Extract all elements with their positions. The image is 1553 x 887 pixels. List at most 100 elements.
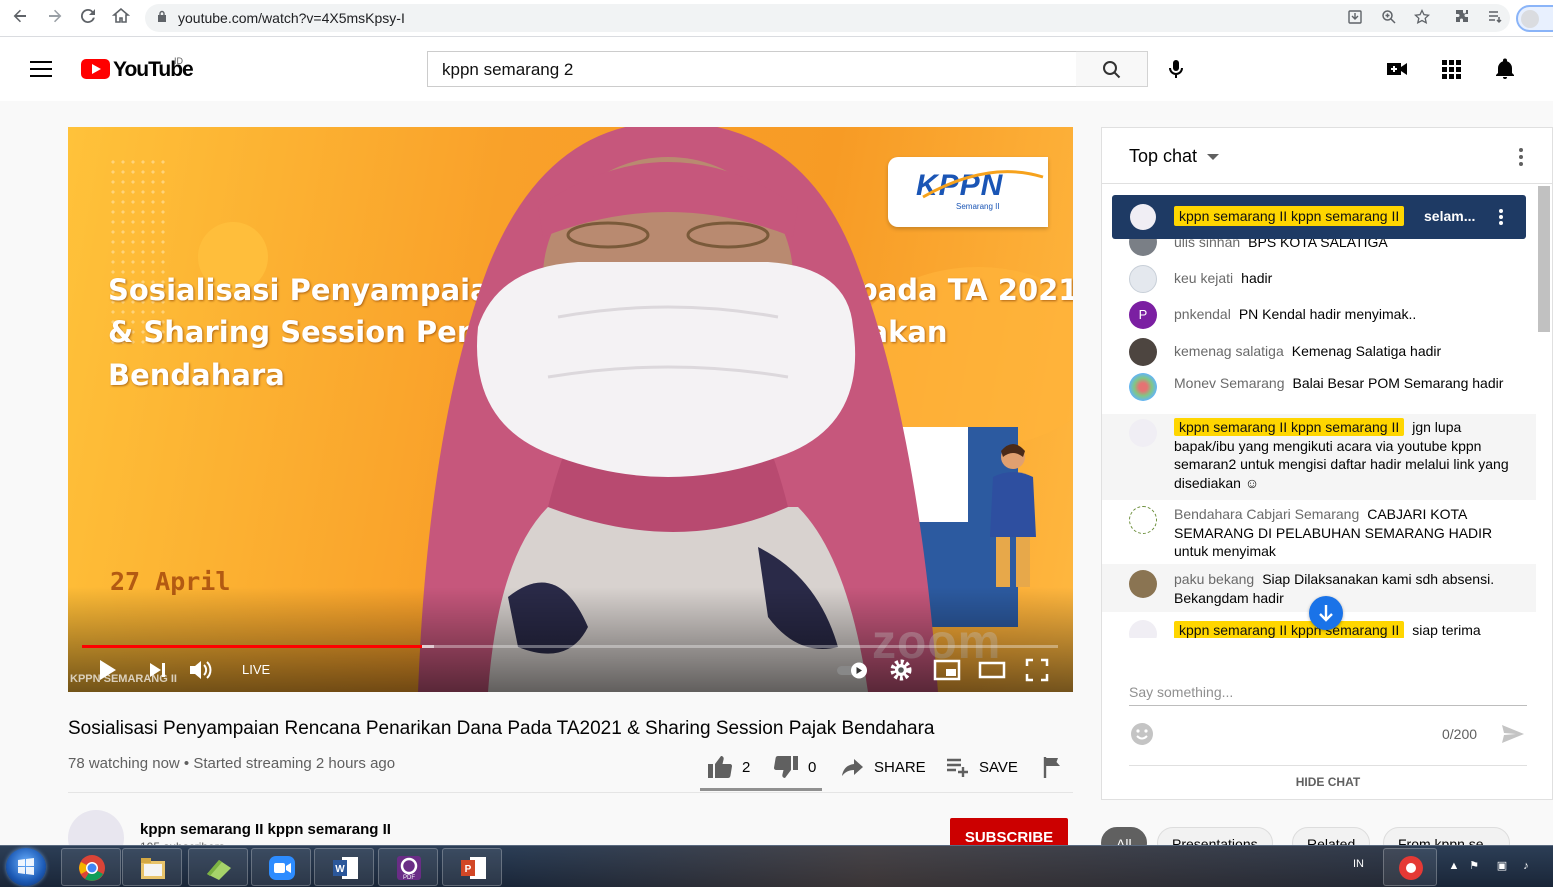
message-text: Balai Besar POM Semarang hadir	[1292, 375, 1504, 391]
live-indicator[interactable]: LIVE	[242, 662, 270, 677]
chat-message[interactable]: Monev Semarang Balai Besar POM Semarang h…	[1102, 369, 1536, 413]
volume-button[interactable]	[187, 657, 213, 683]
start-button[interactable]	[6, 848, 46, 886]
pinned-text: selam...	[1424, 208, 1476, 224]
voice-search-mic-icon[interactable]	[1164, 57, 1188, 81]
notifications-bell-icon[interactable]	[1493, 57, 1517, 81]
report-button[interactable]	[1042, 754, 1072, 780]
zoom-icon[interactable]	[1380, 9, 1398, 27]
cartoon-person-illustration	[990, 444, 1036, 587]
search-icon	[1103, 61, 1121, 79]
search-button[interactable]	[1076, 51, 1148, 87]
chat-input-underline	[1129, 705, 1527, 706]
taskbar-app[interactable]	[188, 848, 248, 886]
chevron-down-icon	[1207, 153, 1220, 160]
install-app-icon[interactable]	[1346, 9, 1364, 27]
theater-mode-icon	[978, 661, 1006, 679]
message-body: Bendahara Cabjari Semarang CABJARI KOTA S…	[1174, 505, 1519, 561]
chat-message[interactable]: Bendahara Cabjari Semarang CABJARI KOTA S…	[1102, 501, 1536, 563]
theater-mode-button[interactable]	[978, 657, 1006, 683]
message-author: kppn semarang II kppn semarang II	[1174, 418, 1405, 436]
search-input[interactable]: kppn semarang 2	[427, 51, 1077, 87]
chat-message[interactable]: kppn semarang II kppn semarang II jgn lup…	[1102, 414, 1536, 500]
more-vert-icon[interactable]	[1514, 146, 1528, 168]
volume-tray-icon[interactable]: ♪	[1519, 859, 1533, 873]
more-vert-icon[interactable]	[1498, 208, 1504, 226]
message-author: Bendahara Cabjari Semarang	[1174, 506, 1360, 522]
home-icon[interactable]	[109, 7, 133, 29]
gear-icon	[890, 659, 912, 681]
profile-button[interactable]	[1516, 5, 1553, 32]
author-avatar: P	[1129, 301, 1157, 329]
create-video-icon[interactable]	[1385, 57, 1409, 81]
language-indicator[interactable]: IN	[1353, 858, 1364, 870]
dislike-button[interactable]: 0	[772, 754, 816, 780]
pinned-message[interactable]: kppn semarang II kppn semarang II selam.…	[1112, 195, 1526, 239]
svg-text:P: P	[465, 864, 472, 875]
taskbar-file-explorer[interactable]	[122, 848, 182, 886]
chat-message-list[interactable]: ulis sinhan BPS KOTA SALATIGA keu kejati h…	[1102, 228, 1536, 638]
address-bar[interactable]: youtube.com/watch?v=4X5msKpsy-I	[145, 4, 1510, 32]
taskbar-tray-app[interactable]	[1383, 848, 1437, 886]
share-button[interactable]: SHARE	[840, 754, 926, 780]
taskbar-word[interactable]: W	[314, 848, 374, 886]
message-body: keu kejati hadir	[1174, 269, 1519, 288]
progress-played	[82, 645, 422, 648]
message-body: pnkendal PN Kendal hadir menyimak..	[1174, 305, 1519, 324]
video-meta: 78 watching now • Started streaming 2 ho…	[68, 755, 396, 772]
reload-icon[interactable]	[76, 7, 100, 29]
live-chat-panel: Top chat kppn semarang II kppn semarang …	[1101, 127, 1553, 800]
chat-mode-dropdown[interactable]: Top chat	[1129, 146, 1220, 167]
progress-bar[interactable]	[82, 645, 1058, 648]
reading-list-icon[interactable]	[1485, 8, 1505, 28]
like-button[interactable]: 2	[706, 754, 750, 780]
hide-chat-button[interactable]: HIDE CHAT	[1102, 775, 1553, 789]
pdf-app-icon: PDF	[397, 856, 421, 881]
folder-icon	[141, 858, 165, 879]
apps-grid-icon[interactable]	[1439, 57, 1463, 81]
taskbar-powerpoint[interactable]: P	[442, 848, 502, 886]
channel-name[interactable]: kppn semarang II kppn semarang II	[140, 821, 391, 838]
taskbar-wallpaper	[510, 846, 1410, 887]
taskbar-chrome[interactable]	[61, 848, 121, 886]
chat-mode-label: Top chat	[1129, 146, 1198, 166]
chat-input[interactable]: Say something...	[1129, 684, 1233, 700]
autoplay-toggle-icon	[837, 662, 867, 679]
miniplayer-button[interactable]	[933, 657, 961, 683]
fullscreen-button[interactable]	[1024, 657, 1050, 683]
taskbar-zoom[interactable]	[251, 848, 311, 886]
chat-message[interactable]: keu kejati hadir	[1102, 264, 1536, 294]
char-counter: 0/200	[1442, 726, 1478, 742]
hamburger-menu-icon[interactable]	[30, 61, 52, 77]
tray-expand-icon[interactable]: ▲	[1447, 859, 1461, 873]
video-player[interactable]: KPPN Semarang II Sosialisasi Penyampaia …	[68, 127, 1073, 692]
autoplay-toggle[interactable]	[835, 657, 871, 683]
author-avatar	[1129, 338, 1157, 366]
tray-app-icon	[1399, 856, 1423, 880]
scroll-to-bottom-button[interactable]	[1309, 596, 1343, 630]
chat-message[interactable]: kemenag salatiga Kemenag Salatiga hadir	[1102, 337, 1536, 367]
chat-scrollbar[interactable]	[1538, 186, 1550, 332]
emoji-icon[interactable]	[1130, 722, 1154, 746]
settings-button[interactable]	[888, 657, 914, 683]
channel-watermark[interactable]: KPPN SEMARANG II	[70, 673, 177, 685]
message-body: paku bekang Siap Dilaksanakan kami sdh ab…	[1174, 570, 1519, 607]
chat-message[interactable]: P pnkendal PN Kendal hadir menyimak..	[1102, 300, 1536, 330]
chat-footer-divider	[1129, 765, 1527, 766]
miniplayer-icon	[933, 659, 961, 681]
taskbar-pdf[interactable]: PDF	[378, 848, 438, 886]
save-button[interactable]: SAVE	[945, 754, 1018, 780]
youtube-play-logo-icon	[81, 59, 110, 79]
dislike-count: 0	[808, 758, 817, 776]
back-arrow-icon[interactable]	[8, 7, 32, 29]
extensions-puzzle-icon[interactable]	[1452, 8, 1472, 28]
forward-arrow-icon[interactable]	[43, 7, 67, 29]
bookmark-star-icon[interactable]	[1413, 8, 1431, 27]
thumbs-down-icon	[773, 755, 798, 778]
network-icon[interactable]: ▣	[1495, 859, 1509, 873]
send-icon[interactable]	[1500, 722, 1526, 746]
windows-taskbar: W PDF P IN ▲ ⚑ ▣ ♪	[0, 845, 1553, 887]
tray-flag-icon[interactable]: ⚑	[1467, 859, 1481, 873]
windows-logo-icon	[18, 858, 34, 875]
message-body: kppn semarang II kppn semarang II siap te…	[1174, 621, 1519, 638]
